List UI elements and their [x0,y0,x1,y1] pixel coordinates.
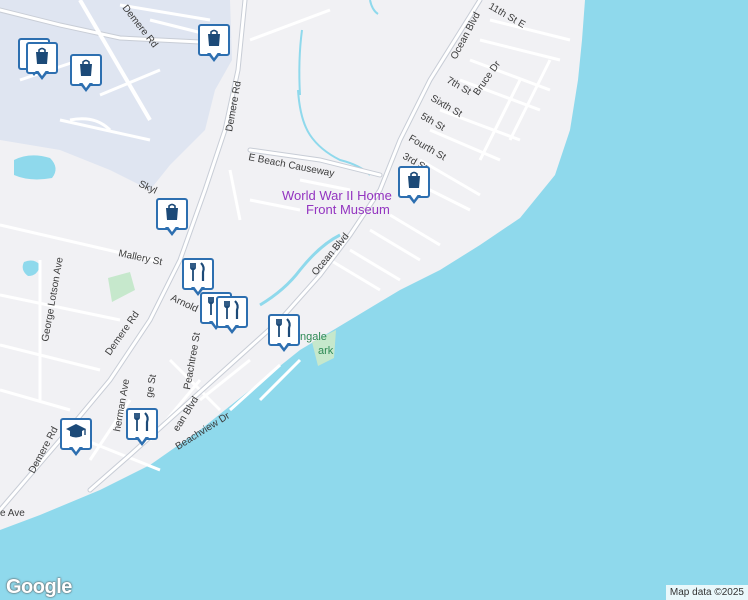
shopping-bag-pin[interactable] [26,42,60,84]
fork-knife-icon [274,317,294,344]
shopping-bag-pin[interactable] [198,24,232,66]
park-label-line1: ngale [300,331,327,343]
graduation-cap-icon [65,422,87,447]
pond [14,155,56,180]
shopping-bag-icon [204,28,224,53]
map-attribution: Map data ©2025 [665,585,748,600]
fork-knife-icon [188,261,208,288]
restaurant-pin[interactable] [126,408,160,450]
map-canvas[interactable]: Demere Rd Demere Rd Demere Rd Demere Rd … [0,0,748,600]
fork-knife-icon [222,299,242,326]
museum-label-line1[interactable]: World War II Home [282,188,392,203]
label-e-ave: e Ave [0,508,25,519]
school-pin[interactable] [60,418,94,460]
restaurant-pin[interactable] [268,314,302,356]
shopping-bag-icon [32,46,52,71]
shopping-bag-icon [162,202,182,227]
museum-label-line2[interactable]: Front Museum [306,202,390,217]
shopping-bag-pin[interactable] [156,198,190,240]
shopping-bag-icon [76,58,96,83]
shopping-bag-pin[interactable] [398,166,432,208]
restaurant-pin[interactable] [216,296,250,338]
shopping-bag-icon [404,170,424,195]
shopping-bag-pin[interactable] [70,54,104,96]
google-logo: Google [6,576,72,598]
fork-knife-icon [132,411,152,438]
park-label-line2: ark [318,345,334,357]
